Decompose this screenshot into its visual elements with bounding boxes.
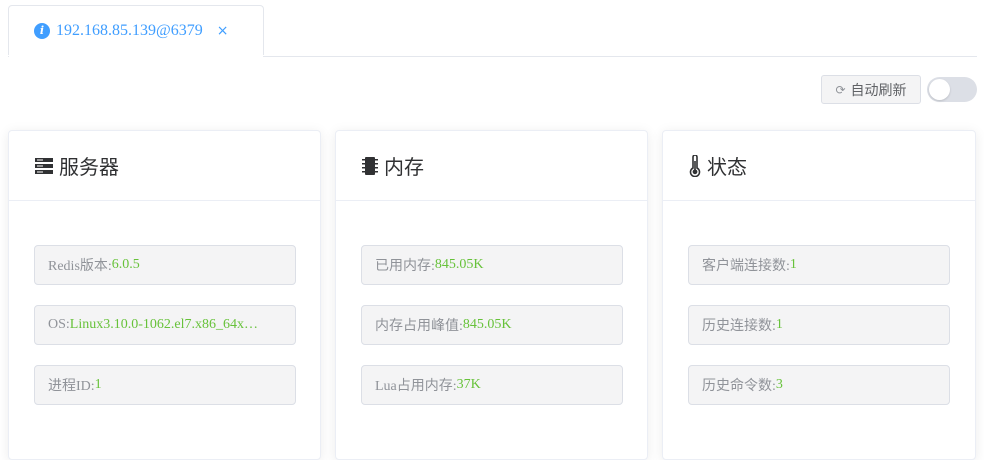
server-icon	[35, 157, 53, 174]
info-item: 历史连接数: 1	[688, 305, 950, 345]
info-item: 客户端连接数: 1	[688, 245, 950, 285]
card-title: 内存	[384, 157, 424, 179]
card-title: 服务器	[59, 157, 119, 179]
card-header: 服务器	[9, 131, 320, 201]
thermometer-icon	[689, 154, 701, 177]
card-header: 状态	[663, 131, 975, 201]
memory-card: 内存 已用内存: 845.05K 内存占用峰值: 845.05K Lua占用内存…	[335, 130, 648, 460]
auto-refresh-label: 自动刷新	[850, 83, 907, 99]
info-item: OS: Linux3.10.0-1062.el7.x86_64x…	[34, 305, 296, 345]
server-card: 服务器 Redis版本: 6.0.5 OS: Linux3.10.0-1062.…	[8, 130, 321, 460]
info-icon: i	[34, 22, 50, 39]
tab-bar: i 192.168.85.139@6379 ×	[8, 0, 977, 57]
info-item: 已用内存: 845.05K	[361, 245, 623, 285]
info-item: Redis版本: 6.0.5	[34, 245, 296, 285]
info-item: Lua占用内存: 37K	[361, 365, 623, 405]
refresh-icon: ⟳	[835, 82, 846, 97]
info-item: 进程ID: 1	[34, 365, 296, 405]
auto-refresh-toggle[interactable]	[927, 77, 977, 102]
tab-connection[interactable]: i 192.168.85.139@6379 ×	[8, 5, 264, 57]
tab-label: 192.168.85.139@6379	[56, 21, 203, 39]
card-title: 状态	[707, 157, 747, 179]
auto-refresh-button[interactable]: ⟳ 自动刷新	[821, 75, 921, 104]
memory-chip-icon	[362, 156, 378, 175]
info-item: 内存占用峰值: 845.05K	[361, 305, 623, 345]
status-card: 状态 客户端连接数: 1 历史连接数: 1 历史命令数: 3	[662, 130, 976, 460]
toggle-knob	[929, 79, 950, 100]
card-header: 内存	[336, 131, 647, 201]
close-icon[interactable]: ×	[217, 23, 229, 39]
info-item: 历史命令数: 3	[688, 365, 950, 405]
